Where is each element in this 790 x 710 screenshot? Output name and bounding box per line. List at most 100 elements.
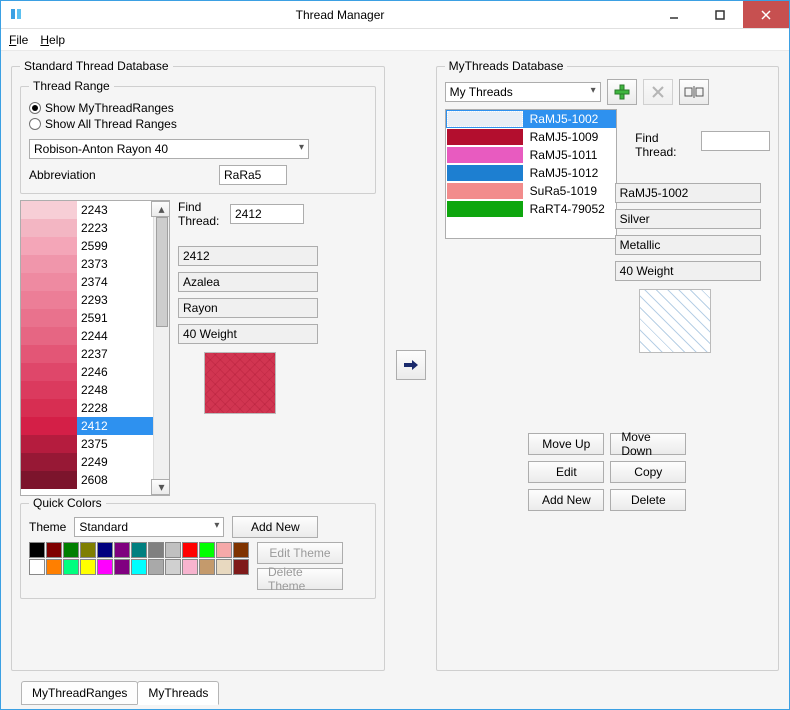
mythreads-database-group: MyThreads Database My Threads (436, 59, 779, 671)
palette-color[interactable] (80, 559, 96, 575)
detail-material: Rayon (178, 298, 318, 318)
palette-color[interactable] (182, 542, 198, 558)
copy-button[interactable]: Copy (610, 461, 686, 483)
theme-combo[interactable]: Standard (74, 517, 224, 537)
scroll-thumb[interactable] (156, 217, 168, 327)
palette-color[interactable] (114, 542, 130, 558)
palette-color[interactable] (216, 542, 232, 558)
add-icon-button[interactable] (607, 79, 637, 105)
palette-color[interactable] (233, 542, 249, 558)
mythreads-combo[interactable]: My Threads (445, 82, 601, 102)
minimize-button[interactable] (651, 1, 697, 28)
delete-theme-button[interactable]: Delete Theme (257, 568, 343, 590)
palette-color[interactable] (114, 559, 130, 575)
thread-number: 2228 (77, 401, 108, 415)
list-item[interactable]: RaMJ5-1011 (446, 146, 617, 164)
list-item[interactable]: 2375 (21, 435, 169, 453)
palette-color[interactable] (46, 559, 62, 575)
thread-label: RaMJ5-1002 (524, 112, 599, 126)
quick-colors-group: Quick Colors Theme Standard Add New Edit… (20, 496, 376, 599)
list-item[interactable]: 2249 (21, 453, 169, 471)
thread-number: 2599 (77, 239, 108, 253)
palette-color[interactable] (233, 559, 249, 575)
palette-color[interactable] (29, 542, 45, 558)
list-item[interactable]: 2608 (21, 471, 169, 489)
radio-label: Show All Thread Ranges (45, 117, 177, 131)
radio-show-all-ranges[interactable]: Show All Thread Ranges (29, 117, 367, 131)
menu-file[interactable]: File (9, 33, 28, 47)
close-button[interactable] (743, 1, 789, 28)
palette-color[interactable] (148, 559, 164, 575)
palette-color[interactable] (199, 542, 215, 558)
list-item[interactable]: 2373 (21, 255, 169, 273)
palette-color[interactable] (46, 542, 62, 558)
palette-color[interactable] (80, 542, 96, 558)
delete-button[interactable]: Delete (610, 489, 686, 511)
palette-color[interactable] (182, 559, 198, 575)
list-item[interactable]: 2374 (21, 273, 169, 291)
move-down-button[interactable]: Move Down (610, 433, 686, 455)
list-item[interactable]: 2293 (21, 291, 169, 309)
list-item[interactable]: 2412 (21, 417, 169, 435)
list-item[interactable]: 2243 (21, 201, 169, 219)
tab-mythreads[interactable]: MyThreads (137, 681, 219, 705)
list-item[interactable]: RaRT4-79052 (446, 200, 617, 218)
palette-color[interactable] (148, 542, 164, 558)
palette-color[interactable] (63, 542, 79, 558)
right-detail-material: Metallic (615, 235, 761, 255)
thread-number: 2591 (77, 311, 108, 325)
palette-color[interactable] (165, 542, 181, 558)
radio-icon (29, 102, 41, 114)
list-item[interactable]: 2599 (21, 237, 169, 255)
palette-color[interactable] (97, 542, 113, 558)
scroll-down-icon[interactable]: ▾ (151, 479, 171, 495)
palette-color[interactable] (131, 542, 147, 558)
list-item[interactable]: 2237 (21, 345, 169, 363)
rename-icon-button[interactable] (679, 79, 709, 105)
radio-show-my-ranges[interactable]: Show MyThreadRanges (29, 101, 367, 115)
palette-color[interactable] (216, 559, 232, 575)
list-item[interactable]: 2591 (21, 309, 169, 327)
swatch (447, 129, 523, 145)
transfer-right-button[interactable] (396, 350, 426, 380)
maximize-button[interactable] (697, 1, 743, 28)
list-item[interactable]: SuRa5-1019 (446, 182, 617, 200)
thread-list[interactable]: 22432223 2599 23732374 2293 2591 224422372246… (20, 200, 170, 496)
scroll-up-icon[interactable]: ▴ (151, 201, 171, 217)
right-detail-id: RaMJ5-1002 (615, 183, 761, 203)
list-item[interactable]: RaMJ5-1002 (446, 110, 617, 128)
thread-range-combo[interactable]: Robison-Anton Rayon 40 (29, 139, 309, 159)
list-item[interactable]: 2248 (21, 381, 169, 399)
list-item[interactable]: 2223 (21, 219, 169, 237)
thread-label: RaRT4-79052 (524, 202, 605, 216)
move-up-button[interactable]: Move Up (528, 433, 604, 455)
find-thread-input-right[interactable] (701, 131, 770, 151)
menu-help[interactable]: Help (40, 33, 65, 47)
swatch (21, 291, 77, 309)
palette-color[interactable] (165, 559, 181, 575)
find-thread-input[interactable]: 2412 (230, 204, 304, 224)
scrollbar[interactable]: ▴ ▾ (153, 201, 169, 495)
edit-theme-button[interactable]: Edit Theme (257, 542, 343, 564)
delete-icon-button[interactable] (643, 79, 673, 105)
tab-mythreadranges[interactable]: MyThreadRanges (21, 681, 138, 705)
color-palette (29, 542, 249, 575)
thread-number: 2293 (77, 293, 108, 307)
abbreviation-field[interactable]: RaRa5 (219, 165, 287, 185)
list-item[interactable]: 2246 (21, 363, 169, 381)
mythreads-list[interactable]: RaMJ5-1002 RaMJ5-1009RaMJ5-1011RaMJ5-1012… (445, 109, 618, 239)
edit-button[interactable]: Edit (528, 461, 604, 483)
thread-swatch-preview (204, 352, 276, 414)
list-item[interactable]: RaMJ5-1009 (446, 128, 617, 146)
palette-color[interactable] (199, 559, 215, 575)
list-item[interactable]: RaMJ5-1012 (446, 164, 617, 182)
palette-color[interactable] (63, 559, 79, 575)
palette-color[interactable] (131, 559, 147, 575)
radio-label: Show MyThreadRanges (45, 101, 174, 115)
palette-color[interactable] (97, 559, 113, 575)
add-new-theme-button[interactable]: Add New (232, 516, 318, 538)
palette-color[interactable] (29, 559, 45, 575)
list-item[interactable]: 2244 (21, 327, 169, 345)
add-new-button[interactable]: Add New (528, 489, 604, 511)
list-item[interactable]: 2228 (21, 399, 169, 417)
